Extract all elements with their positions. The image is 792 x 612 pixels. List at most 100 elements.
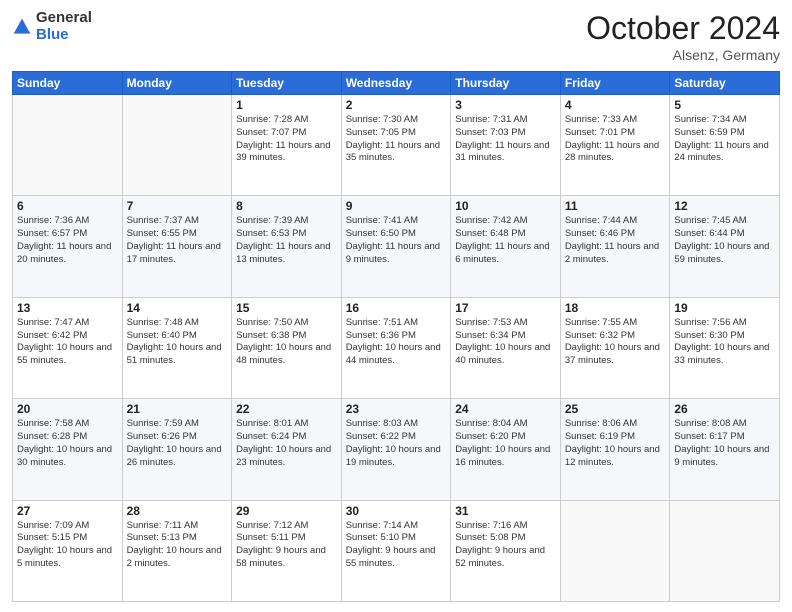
col-sunday: Sunday	[13, 72, 123, 95]
table-row: 17 Sunrise: 7:53 AMSunset: 6:34 PMDayligh…	[451, 297, 561, 398]
table-row: 20 Sunrise: 7:58 AMSunset: 6:28 PMDayligh…	[13, 399, 123, 500]
table-row: 26 Sunrise: 8:08 AMSunset: 6:17 PMDayligh…	[670, 399, 780, 500]
table-row	[13, 95, 123, 196]
day-number: 18	[565, 301, 666, 315]
day-number: 21	[127, 402, 228, 416]
day-info: Sunrise: 8:04 AMSunset: 6:20 PMDaylight:…	[455, 418, 556, 469]
day-number: 2	[346, 98, 447, 112]
table-row: 29 Sunrise: 7:12 AMSunset: 5:11 PMDayligh…	[232, 500, 342, 601]
table-row: 9 Sunrise: 7:41 AMSunset: 6:50 PMDaylight…	[341, 196, 451, 297]
day-info: Sunrise: 7:56 AMSunset: 6:30 PMDaylight:…	[674, 317, 775, 368]
day-info: Sunrise: 7:09 AMSunset: 5:15 PMDaylight:…	[17, 520, 118, 571]
day-number: 3	[455, 98, 556, 112]
table-row: 24 Sunrise: 8:04 AMSunset: 6:20 PMDayligh…	[451, 399, 561, 500]
day-number: 27	[17, 504, 118, 518]
calendar-week-row: 6 Sunrise: 7:36 AMSunset: 6:57 PMDaylight…	[13, 196, 780, 297]
logo-blue: Blue	[36, 27, 92, 44]
day-number: 11	[565, 199, 666, 213]
table-row: 15 Sunrise: 7:50 AMSunset: 6:38 PMDayligh…	[232, 297, 342, 398]
table-row: 11 Sunrise: 7:44 AMSunset: 6:46 PMDayligh…	[560, 196, 670, 297]
day-info: Sunrise: 7:36 AMSunset: 6:57 PMDaylight:…	[17, 215, 118, 266]
day-info: Sunrise: 7:33 AMSunset: 7:01 PMDaylight:…	[565, 114, 666, 165]
day-info: Sunrise: 7:39 AMSunset: 6:53 PMDaylight:…	[236, 215, 337, 266]
day-number: 26	[674, 402, 775, 416]
table-row	[560, 500, 670, 601]
location: Alsenz, Germany	[586, 47, 780, 63]
table-row: 31Sunrise: 7:16 AMSunset: 5:08 PMDayligh…	[451, 500, 561, 601]
day-info: Sunrise: 8:03 AMSunset: 6:22 PMDaylight:…	[346, 418, 447, 469]
day-info: Sunrise: 7:59 AMSunset: 6:26 PMDaylight:…	[127, 418, 228, 469]
day-info: Sunrise: 7:55 AMSunset: 6:32 PMDaylight:…	[565, 317, 666, 368]
day-info: Sunrise: 7:30 AMSunset: 7:05 PMDaylight:…	[346, 114, 447, 165]
day-number: 20	[17, 402, 118, 416]
table-row: 18 Sunrise: 7:55 AMSunset: 6:32 PMDayligh…	[560, 297, 670, 398]
day-number: 23	[346, 402, 447, 416]
day-info: Sunrise: 7:14 AMSunset: 5:10 PMDaylight:…	[346, 520, 447, 571]
table-row: 10Sunrise: 7:42 AMSunset: 6:48 PMDayligh…	[451, 196, 561, 297]
calendar-week-row: 13 Sunrise: 7:47 AMSunset: 6:42 PMDayligh…	[13, 297, 780, 398]
day-info: Sunrise: 7:58 AMSunset: 6:28 PMDaylight:…	[17, 418, 118, 469]
day-info: Sunrise: 7:51 AMSunset: 6:36 PMDaylight:…	[346, 317, 447, 368]
table-row: 30Sunrise: 7:14 AMSunset: 5:10 PMDayligh…	[341, 500, 451, 601]
day-number: 15	[236, 301, 337, 315]
day-number: 6	[17, 199, 118, 213]
day-number: 24	[455, 402, 556, 416]
day-number: 28	[127, 504, 228, 518]
header: General Blue October 2024 Alsenz, German…	[12, 10, 780, 63]
month-title: October 2024	[586, 10, 780, 47]
table-row: 5Sunrise: 7:34 AMSunset: 6:59 PMDaylight…	[670, 95, 780, 196]
table-row: 14 Sunrise: 7:48 AMSunset: 6:40 PMDayligh…	[122, 297, 232, 398]
table-row: 2 Sunrise: 7:30 AMSunset: 7:05 PMDaylight…	[341, 95, 451, 196]
table-row: 19 Sunrise: 7:56 AMSunset: 6:30 PMDayligh…	[670, 297, 780, 398]
col-monday: Monday	[122, 72, 232, 95]
day-number: 17	[455, 301, 556, 315]
day-info: Sunrise: 7:16 AMSunset: 5:08 PMDaylight:…	[455, 520, 556, 571]
day-info: Sunrise: 8:08 AMSunset: 6:17 PMDaylight:…	[674, 418, 775, 469]
day-info: Sunrise: 7:48 AMSunset: 6:40 PMDaylight:…	[127, 317, 228, 368]
day-number: 14	[127, 301, 228, 315]
day-number: 25	[565, 402, 666, 416]
day-number: 9	[346, 199, 447, 213]
table-row: 21 Sunrise: 7:59 AMSunset: 6:26 PMDayligh…	[122, 399, 232, 500]
day-info: Sunrise: 7:47 AMSunset: 6:42 PMDaylight:…	[17, 317, 118, 368]
day-number: 7	[127, 199, 228, 213]
calendar: Sunday Monday Tuesday Wednesday Thursday…	[12, 71, 780, 602]
day-number: 4	[565, 98, 666, 112]
table-row: 6 Sunrise: 7:36 AMSunset: 6:57 PMDaylight…	[13, 196, 123, 297]
day-info: Sunrise: 7:50 AMSunset: 6:38 PMDaylight:…	[236, 317, 337, 368]
day-number: 1	[236, 98, 337, 112]
table-row: 23 Sunrise: 8:03 AMSunset: 6:22 PMDayligh…	[341, 399, 451, 500]
day-number: 13	[17, 301, 118, 315]
day-number: 8	[236, 199, 337, 213]
day-number: 16	[346, 301, 447, 315]
table-row	[122, 95, 232, 196]
day-number: 29	[236, 504, 337, 518]
table-row: 7 Sunrise: 7:37 AMSunset: 6:55 PMDaylight…	[122, 196, 232, 297]
calendar-week-row: 1Sunrise: 7:28 AMSunset: 7:07 PMDaylight…	[13, 95, 780, 196]
table-row: 13 Sunrise: 7:47 AMSunset: 6:42 PMDayligh…	[13, 297, 123, 398]
table-row: 22Sunrise: 8:01 AMSunset: 6:24 PMDayligh…	[232, 399, 342, 500]
day-info: Sunrise: 7:53 AMSunset: 6:34 PMDaylight:…	[455, 317, 556, 368]
table-row: 8 Sunrise: 7:39 AMSunset: 6:53 PMDaylight…	[232, 196, 342, 297]
day-info: Sunrise: 7:45 AMSunset: 6:44 PMDaylight:…	[674, 215, 775, 266]
day-info: Sunrise: 8:01 AMSunset: 6:24 PMDaylight:…	[236, 418, 337, 469]
table-row	[670, 500, 780, 601]
day-info: Sunrise: 7:44 AMSunset: 6:46 PMDaylight:…	[565, 215, 666, 266]
col-tuesday: Tuesday	[232, 72, 342, 95]
col-friday: Friday	[560, 72, 670, 95]
day-number: 10	[455, 199, 556, 213]
day-info: Sunrise: 7:12 AMSunset: 5:11 PMDaylight:…	[236, 520, 337, 571]
day-info: Sunrise: 7:37 AMSunset: 6:55 PMDaylight:…	[127, 215, 228, 266]
table-row: 4 Sunrise: 7:33 AMSunset: 7:01 PMDaylight…	[560, 95, 670, 196]
logo-general: General	[36, 10, 92, 27]
calendar-week-row: 20 Sunrise: 7:58 AMSunset: 6:28 PMDayligh…	[13, 399, 780, 500]
day-number: 19	[674, 301, 775, 315]
logo-text: General Blue	[36, 10, 92, 43]
day-number: 5	[674, 98, 775, 112]
day-info: Sunrise: 7:41 AMSunset: 6:50 PMDaylight:…	[346, 215, 447, 266]
table-row: 28Sunrise: 7:11 AMSunset: 5:13 PMDayligh…	[122, 500, 232, 601]
col-thursday: Thursday	[451, 72, 561, 95]
logo: General Blue	[12, 10, 92, 43]
table-row: 27 Sunrise: 7:09 AMSunset: 5:15 PMDayligh…	[13, 500, 123, 601]
table-row: 12Sunrise: 7:45 AMSunset: 6:44 PMDayligh…	[670, 196, 780, 297]
